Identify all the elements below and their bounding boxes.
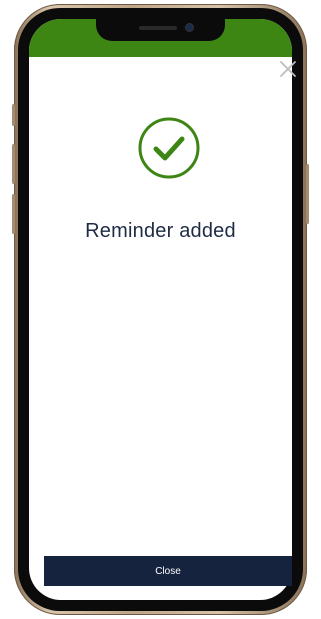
speaker	[139, 26, 177, 30]
close-icon[interactable]	[279, 60, 297, 78]
mute-switch	[12, 104, 15, 126]
notch	[96, 19, 225, 41]
volume-down-button	[12, 194, 15, 234]
close-button[interactable]: Close	[44, 556, 292, 586]
screen	[29, 19, 292, 600]
checkmark-circle-glyph	[138, 117, 200, 179]
page: Reminder added Close	[0, 0, 321, 619]
close-icon-glyph	[280, 61, 296, 77]
front-camera	[186, 24, 193, 31]
checkmark-circle-icon	[136, 115, 202, 181]
confirmation-message: Reminder added	[85, 220, 236, 242]
volume-up-button	[12, 144, 15, 184]
power-button	[306, 164, 309, 224]
